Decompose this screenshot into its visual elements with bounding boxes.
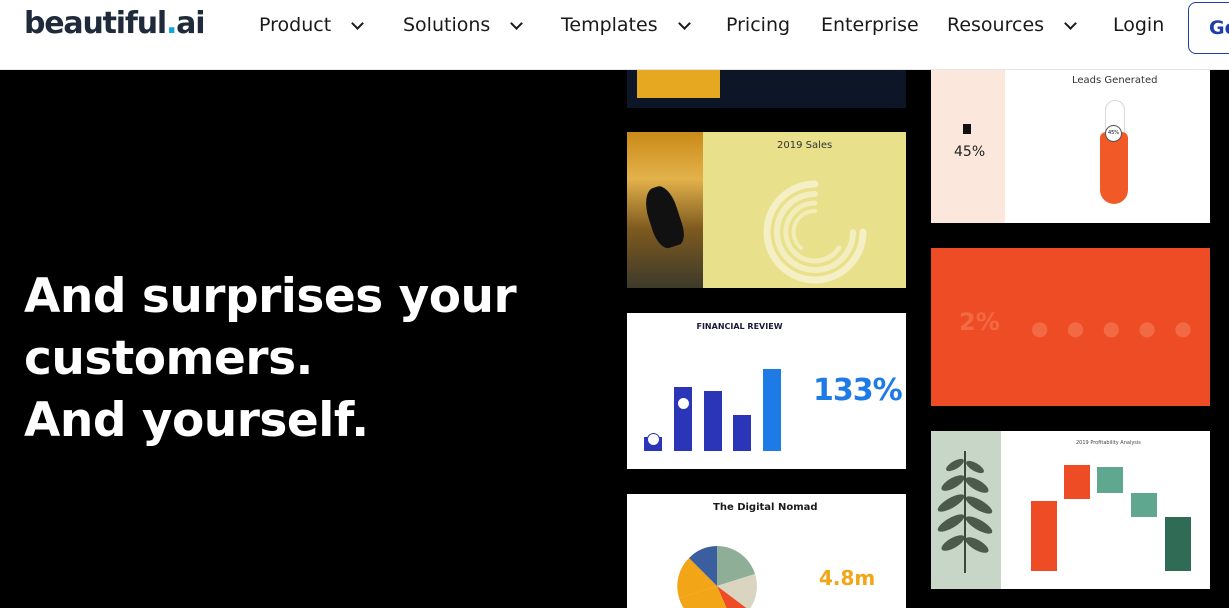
beautiful-ai-logo[interactable]: beautiful.ai [24,6,206,41]
chevron-down-icon [510,16,524,30]
chart-bubble [647,433,660,446]
nav-enterprise-label: Enterprise [821,14,919,36]
slide-title: The Digital Nomad [713,502,818,513]
chart-bubble [677,397,690,410]
orange-stat: 2% [959,308,1000,336]
cta-label: Ge [1209,17,1229,39]
slide-title: 2019 Sales [777,140,833,151]
nav-login[interactable]: Login [1113,12,1164,38]
chevron-down-icon [351,16,365,30]
nav-login-label: Login [1113,14,1165,36]
nav-resources[interactable]: Resources [947,12,1077,38]
slide-thumbnail-financial-review[interactable]: FINANCIAL REVIEW 133% [627,313,906,469]
chevron-down-icon [677,16,691,30]
chart-bar [1031,501,1057,571]
get-started-button[interactable]: Ge [1188,2,1229,54]
chart-bar [1165,517,1191,571]
slide-yellow-panel [637,70,720,98]
slide-thumbnail-leads-generated[interactable]: 45% Leads Generated 45% [931,70,1210,223]
nav-solutions[interactable]: Solutions [403,12,524,38]
hero-line-2: customers. [24,331,313,386]
nav-resources-label: Resources [947,14,1045,36]
slide-thumbnail-digital-nomad[interactable]: The Digital Nomad 4.8m [627,494,906,608]
thermometer-fill [1100,132,1128,204]
slide-thumbnail-orange[interactable]: 2% ● ● ● ● ● [931,248,1210,406]
nav-product[interactable]: Product [259,12,365,38]
flag-icon [963,124,971,134]
chart-bar [733,415,751,451]
financial-stat: 133% [813,373,903,408]
chart-bar [704,391,722,451]
top-nav: beautiful.ai Product Solutions Templates… [0,0,1229,70]
leads-stat: 45% [954,144,986,160]
chart-bar [763,369,781,451]
logo-wordmark: beautiful [24,6,167,41]
logo-dot: . [165,6,177,41]
nav-solutions-label: Solutions [403,14,491,36]
slide-title: Leads Generated [1072,75,1158,86]
nav-pricing[interactable]: Pricing [726,12,790,38]
chart-bar [1064,465,1090,499]
radial-bar-chart [763,180,867,284]
thermometer-marker: 45% [1105,125,1122,142]
chart-bar [1131,493,1157,517]
nav-templates-label: Templates [561,14,658,36]
nav-product-label: Product [259,14,332,36]
chevron-down-icon [1064,16,1077,30]
slide-thumbnail-dark[interactable] [627,70,906,108]
slide-dot-row: ● ● ● ● ● [1031,316,1198,340]
hero-line-3: And yourself. [24,393,369,448]
nav-pricing-label: Pricing [726,14,791,36]
nav-templates[interactable]: Templates [561,12,691,38]
hero-line-1: And surprises your [24,269,517,324]
chart-bar [1097,467,1123,493]
nav-enterprise[interactable]: Enterprise [821,12,919,38]
slide-thumbnail-2019-sales[interactable]: 2019 Sales [627,132,906,288]
fern-leaf-graphic [937,451,993,573]
slide-title: 2019 Profitability Analysis [1076,440,1141,446]
slide-thumbnail-profitability[interactable]: 2019 Profitability Analysis [931,431,1210,589]
logo-tld: ai [176,6,205,41]
pie-chart [677,546,757,608]
slide-title: FINANCIAL REVIEW [696,322,783,331]
nomad-stat: 4.8m [819,566,876,590]
hero-heading: And surprises your customers. And yourse… [24,266,584,452]
